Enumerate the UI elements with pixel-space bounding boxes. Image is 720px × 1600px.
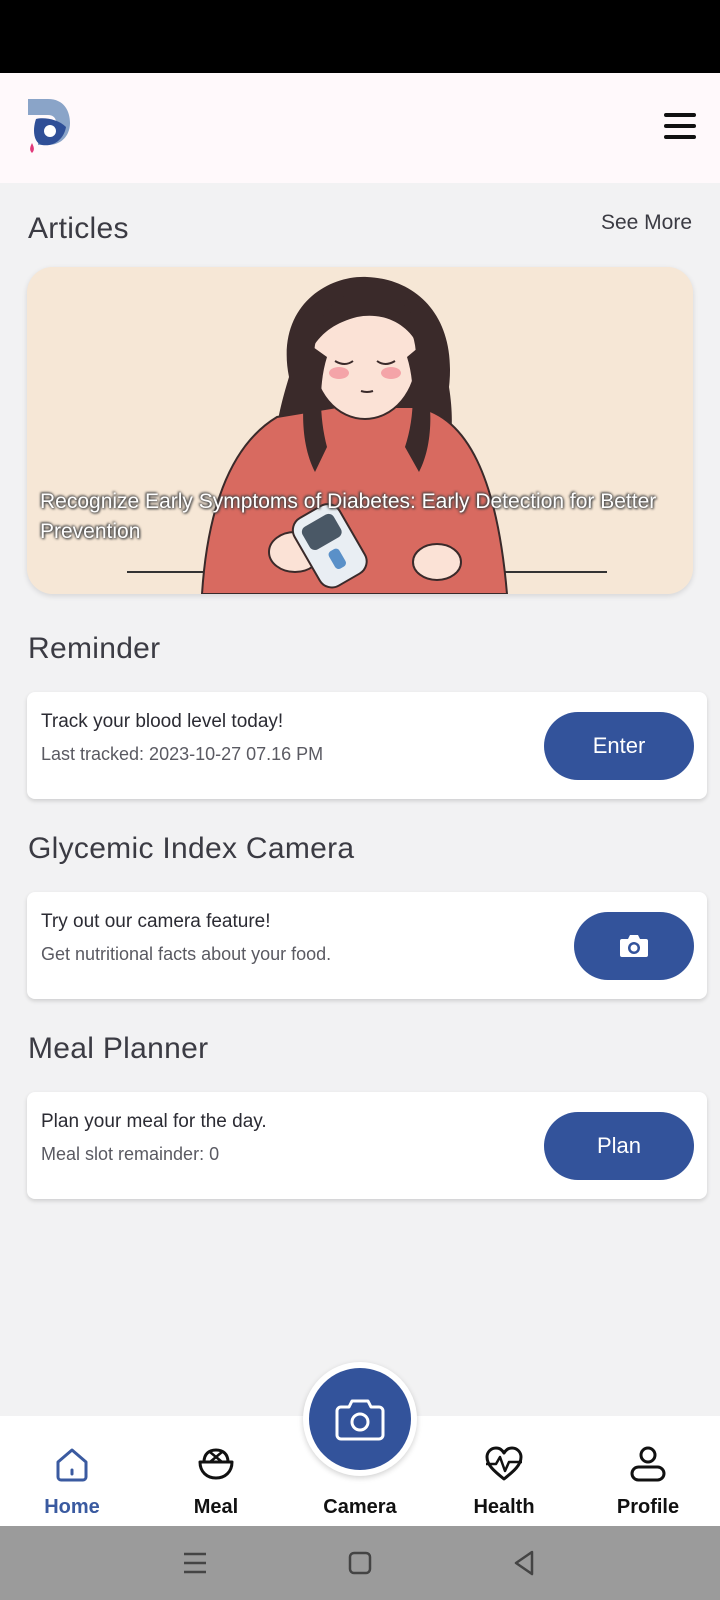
nav-health-label: Health [473, 1496, 535, 1518]
nav-meal-label: Meal [193, 1496, 239, 1518]
featured-article-card[interactable]: Recognize Early Symptoms of Diabetes: Ea… [27, 267, 693, 594]
meal-planner-card: Plan your meal for the day. Meal slot re… [27, 1092, 707, 1199]
camera-fab-inner [309, 1368, 411, 1470]
nutritional-facts-text: Get nutritional facts about your food. [41, 944, 332, 964]
camera-icon [620, 935, 648, 957]
articles-title: Articles [28, 212, 129, 245]
enter-button[interactable]: Enter [544, 712, 694, 780]
nav-home[interactable]: Home [12, 1416, 132, 1526]
meal-planner-title: Meal Planner [28, 1032, 209, 1065]
reminder-card: Track your blood level today! Last track… [27, 692, 707, 799]
meal-slot-text: Meal slot remainder: 0 [41, 1144, 220, 1164]
reminder-text: Track your blood level today! [41, 711, 284, 732]
nav-meal[interactable]: Meal [156, 1416, 276, 1526]
plan-button[interactable]: Plan [544, 1112, 694, 1180]
camera-fab-button[interactable] [303, 1362, 417, 1476]
hamburger-menu-icon[interactable] [664, 111, 698, 141]
nav-home-label: Home [44, 1496, 100, 1518]
reminder-title: Reminder [28, 632, 161, 665]
glycemic-camera-title: Glycemic Index Camera [28, 832, 355, 865]
heart-pulse-icon [485, 1446, 523, 1481]
bowl-icon [198, 1448, 234, 1480]
nav-camera-label: Camera [323, 1496, 397, 1518]
see-more-link[interactable]: See More [601, 211, 692, 235]
person-icon [630, 1446, 666, 1482]
glycemic-camera-button[interactable] [574, 912, 694, 980]
home-icon [56, 1448, 88, 1482]
recent-apps-icon[interactable] [178, 1546, 212, 1580]
nav-profile[interactable]: Profile [588, 1416, 708, 1526]
glycemic-camera-card: Try out our camera feature! Get nutritio… [27, 892, 707, 999]
nav-profile-label: Profile [616, 1496, 680, 1518]
camera-icon [335, 1399, 385, 1441]
last-tracked-text: Last tracked: 2023-10-27 07.16 PM [41, 744, 324, 764]
app-header [0, 73, 720, 183]
app-logo[interactable] [26, 97, 74, 159]
plan-meal-text: Plan your meal for the day. [41, 1111, 267, 1132]
featured-article-title: Recognize Early Symptoms of Diabetes: Ea… [40, 490, 657, 543]
system-navigation-bar [0, 1526, 720, 1600]
back-icon[interactable] [508, 1546, 542, 1580]
camera-feature-text: Try out our camera feature! [41, 911, 271, 932]
home-system-icon[interactable] [343, 1546, 377, 1580]
nav-health[interactable]: Health [444, 1416, 564, 1526]
status-bar [0, 0, 720, 73]
